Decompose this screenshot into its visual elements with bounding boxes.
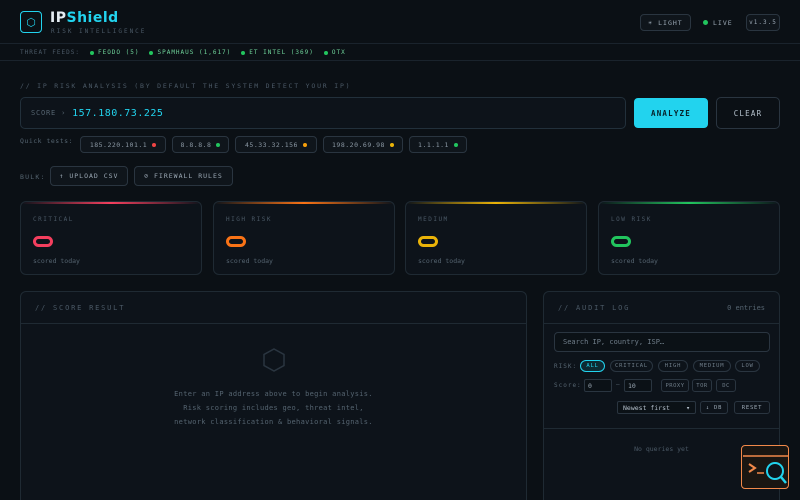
tag-dc[interactable]: DC	[716, 379, 736, 392]
terminal-search-glyph	[743, 455, 788, 484]
feed-status-icon	[149, 50, 154, 55]
sort-select[interactable]: Newest first ▾	[617, 401, 696, 414]
score-message-line: Risk scoring includes geo, threat intel,	[183, 404, 364, 412]
score-filter-label: Score:	[554, 382, 582, 389]
risk-card-high: HIGH RISK scored today	[213, 201, 395, 275]
risk-filter-high[interactable]: HIGH	[658, 360, 688, 372]
score-result-panel: // SCORE RESULT Enter an IP address abov…	[20, 291, 527, 500]
ring-icon	[226, 236, 246, 247]
input-prefix: SCORE ›	[31, 109, 67, 117]
risk-dot-icon	[389, 142, 394, 147]
tag-proxy[interactable]: PROXY	[661, 379, 689, 392]
card-accent-bar	[21, 202, 201, 204]
tag-tor[interactable]: TOR	[692, 379, 712, 392]
risk-dot-icon	[453, 142, 458, 147]
brand-tagline: RISK INTELLIGENCE	[51, 28, 147, 35]
firewall-rules-button[interactable]: ⊘ FIREWALL RULES	[134, 166, 233, 186]
ip-input[interactable]: SCORE › 157.180.73.225	[20, 97, 626, 129]
feed-status-icon	[89, 50, 94, 55]
reset-button[interactable]: RESET	[734, 401, 770, 414]
terminal-search-icon[interactable]	[741, 445, 789, 489]
risk-card-critical: CRITICAL scored today	[20, 201, 202, 275]
quick-tests-label: Quick tests:	[20, 137, 73, 145]
feed-et-intel: ET INTEL (369)	[241, 49, 314, 56]
brand-name: IPShield	[50, 10, 119, 26]
card-accent-bar	[599, 202, 779, 204]
entries-count: 0 entries	[727, 304, 765, 312]
ring-icon	[611, 236, 631, 247]
risk-filter-critical[interactable]: CRITICAL	[610, 360, 653, 372]
risk-card-medium: MEDIUM scored today	[405, 201, 587, 275]
panel-title: // AUDIT LOG	[558, 304, 631, 312]
panel-title: // SCORE RESULT	[35, 304, 126, 312]
feed-status-icon	[323, 50, 328, 55]
feed-spamhaus: SPAMHAUS (1,617)	[149, 49, 231, 56]
quick-test-chip[interactable]: 1.1.1.1	[409, 136, 467, 153]
theme-toggle-button[interactable]: ☀ LIGHT	[640, 14, 691, 31]
quick-test-chip[interactable]: 45.33.32.156	[235, 136, 317, 153]
upload-csv-button[interactable]: ↑ UPLOAD CSV	[50, 166, 128, 186]
risk-filter-medium[interactable]: MEDIUM	[693, 360, 731, 372]
shield-logo-icon: ⬡	[20, 11, 42, 33]
ring-icon	[33, 236, 53, 247]
analysis-section-title: // IP RISK ANALYSIS (BY DEFAULT THE SYST…	[20, 82, 352, 90]
risk-filter-all[interactable]: ALL	[580, 360, 605, 372]
bulk-label: BULK:	[20, 173, 46, 181]
score-message-line: Enter an IP address above to begin analy…	[174, 390, 373, 398]
feeds-label: THREAT FEEDS:	[20, 49, 80, 56]
score-max-input[interactable]: 10	[624, 379, 652, 392]
clear-button[interactable]: CLEAR	[716, 97, 780, 129]
risk-card-low: LOW RISK scored today	[598, 201, 780, 275]
export-db-button[interactable]: ↓ DB	[700, 401, 728, 414]
risk-dot-icon	[152, 142, 157, 147]
card-accent-bar	[214, 202, 394, 204]
score-min-input[interactable]: 0	[584, 379, 612, 392]
feed-otx: OTX	[323, 49, 346, 56]
ring-icon	[418, 236, 438, 247]
version-badge: v1.3.5	[746, 14, 780, 31]
live-indicator: LIVE	[703, 14, 733, 31]
hexagon-icon	[263, 348, 285, 372]
quick-test-chip[interactable]: 8.8.8.8	[172, 136, 229, 153]
ip-input-value[interactable]: 157.180.73.225	[72, 108, 163, 119]
chevron-down-icon: ▾	[686, 403, 690, 412]
risk-filter-low[interactable]: LOW	[735, 360, 760, 372]
quick-test-chip[interactable]: 198.20.69.98	[323, 136, 403, 153]
score-message-line: network classification & behavioral sign…	[174, 418, 373, 426]
quick-test-chip[interactable]: 185.220.101.1	[80, 136, 166, 153]
audit-search-input[interactable]: Search IP, country, ISP…	[554, 332, 770, 352]
risk-dot-icon	[302, 142, 307, 147]
analyze-button[interactable]: ANALYZE	[634, 98, 708, 128]
card-accent-bar	[406, 202, 586, 204]
feed-feodo: FEODO (5)	[89, 49, 140, 56]
risk-dot-icon	[216, 142, 221, 147]
divider	[544, 428, 779, 429]
risk-filter-label: RISK:	[554, 363, 578, 370]
live-dot-icon	[703, 20, 708, 25]
threat-feeds-bar: THREAT FEEDS: FEODO (5) SPAMHAUS (1,617)…	[0, 45, 800, 61]
feed-status-icon	[241, 50, 246, 55]
score-range-dash: –	[616, 381, 621, 388]
